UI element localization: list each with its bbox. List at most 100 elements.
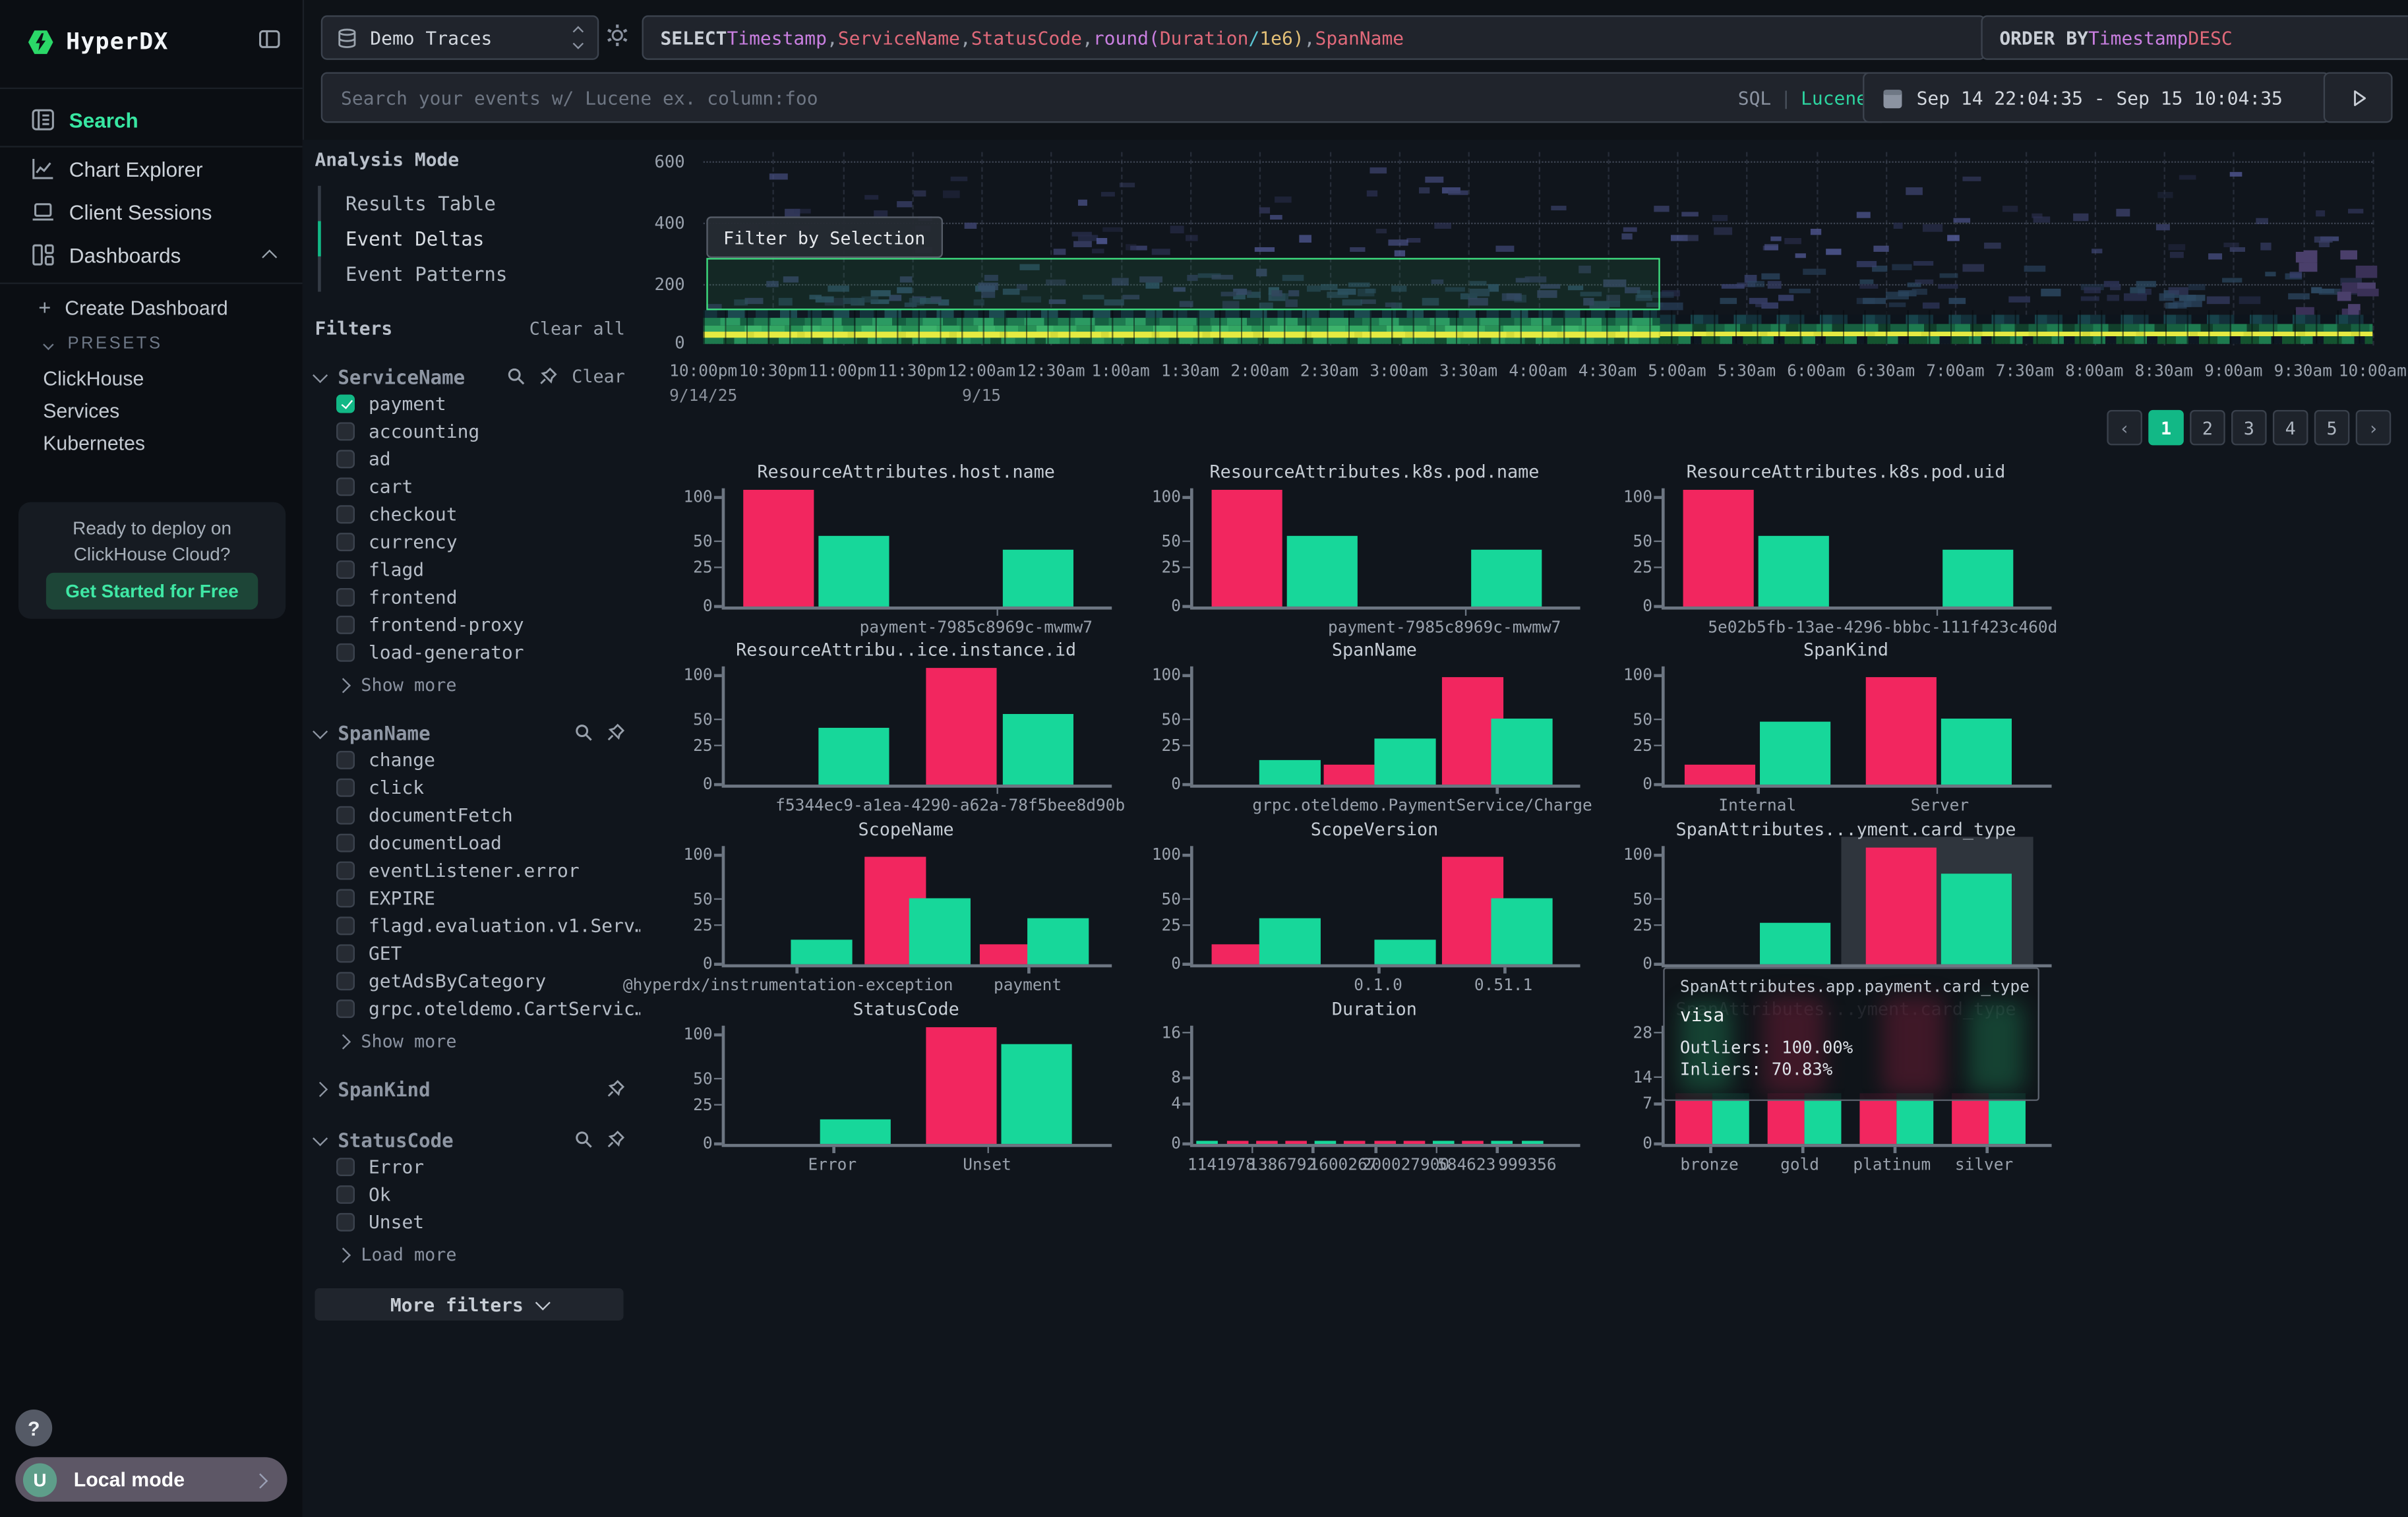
search-icon[interactable] (574, 1130, 593, 1148)
sidebar-item-client-sessions[interactable]: Client Sessions (0, 191, 303, 233)
filter-option-ok[interactable]: Ok (336, 1181, 625, 1208)
bar-inlier[interactable] (1941, 718, 2012, 785)
filter-option-currency[interactable]: currency (336, 528, 625, 556)
checkbox[interactable] (336, 751, 355, 769)
page-button-3[interactable]: 3 (2231, 410, 2267, 446)
checkbox[interactable] (336, 806, 355, 825)
checkbox[interactable] (336, 834, 355, 852)
bar-inlier[interactable] (1259, 918, 1321, 965)
checkbox[interactable] (336, 505, 355, 523)
prev-page-button[interactable]: ‹ (2107, 410, 2142, 446)
filter-option-unset[interactable]: Unset (336, 1208, 625, 1236)
bar-inlier[interactable] (909, 898, 971, 965)
bar-outlier[interactable] (1344, 1140, 1366, 1144)
help-button[interactable]: ? (15, 1410, 52, 1446)
bar-inlier[interactable] (1374, 939, 1435, 965)
bar-outlier[interactable] (1865, 677, 1936, 785)
filter-clear-button[interactable]: Clear (572, 365, 625, 387)
presets-toggle[interactable]: PRESETS (0, 327, 303, 361)
page-button-2[interactable]: 2 (2190, 410, 2225, 446)
bar-inlier[interactable] (1197, 1140, 1219, 1144)
load-more-button[interactable]: Load more (338, 1243, 625, 1265)
chart-plot[interactable] (1190, 846, 1562, 964)
checkbox[interactable] (336, 779, 355, 797)
filter-option-getadsbycategory[interactable]: getAdsByCategory (336, 967, 625, 995)
checkbox[interactable] (336, 1213, 355, 1232)
checkbox[interactable] (336, 616, 355, 634)
checkbox[interactable] (336, 588, 355, 607)
sidebar-item-clickhouse[interactable]: ClickHouse (0, 361, 303, 394)
bar-outlier[interactable] (926, 1027, 996, 1144)
gear-icon[interactable] (605, 23, 630, 54)
bar-inlier[interactable] (1003, 550, 1073, 607)
filter-option-flagd-evaluation-v1-serv-[interactable]: flagd.evaluation.v1.Serv… (336, 912, 625, 939)
language-toggle[interactable]: SQL|Lucene (1738, 87, 1867, 109)
analysis-mode-option-event-deltas[interactable]: Event Deltas (318, 221, 625, 256)
checkbox[interactable] (336, 889, 355, 907)
filter-option-ad[interactable]: ad (336, 445, 625, 473)
bar-inlier[interactable] (1943, 550, 2014, 607)
checkbox[interactable] (336, 477, 355, 496)
checkbox[interactable] (336, 1158, 355, 1176)
bar-inlier[interactable] (1259, 759, 1321, 785)
page-button-4[interactable]: 4 (2273, 410, 2308, 446)
run-query-button[interactable] (2324, 72, 2393, 123)
page-button-5[interactable]: 5 (2314, 410, 2350, 446)
checkbox[interactable] (336, 533, 355, 551)
filter-section-header-spanname[interactable]: SpanName (315, 719, 624, 746)
bar-inlier[interactable] (1491, 1140, 1513, 1144)
sidebar-item-chart-explorer[interactable]: Chart Explorer (0, 148, 303, 191)
chart-plot[interactable] (722, 1026, 1094, 1144)
bar-inlier[interactable] (1761, 722, 1831, 785)
bar-inlier[interactable] (1003, 714, 1073, 785)
chart-plot[interactable] (1190, 489, 1562, 607)
pin-icon[interactable] (539, 367, 558, 386)
next-page-button[interactable]: › (2356, 410, 2392, 446)
bar-inlier[interactable] (1002, 1044, 1072, 1144)
data-source-selector[interactable]: Demo Traces (321, 15, 599, 60)
create-dashboard-button[interactable]: + Create Dashboard (0, 290, 303, 324)
bar-outlier[interactable] (1256, 1140, 1278, 1144)
filter-section-header-statuscode[interactable]: StatusCode (315, 1125, 624, 1153)
sidebar-item-kubernetes[interactable]: Kubernetes (0, 425, 303, 459)
bar-outlier[interactable] (1226, 1140, 1248, 1144)
bar-inlier[interactable] (1759, 536, 1829, 607)
chart-plot[interactable] (722, 667, 1094, 785)
filter-option-checkout[interactable]: checkout (336, 500, 625, 528)
filter-section-header-servicename[interactable]: ServiceNameClear (315, 363, 624, 390)
bar-inlier[interactable] (1374, 738, 1435, 785)
chart-plot[interactable] (1190, 1026, 1562, 1144)
checkbox[interactable] (336, 560, 355, 579)
chart-plot[interactable] (1662, 489, 2033, 607)
filter-option-load-generator[interactable]: load-generator (336, 639, 625, 667)
filter-option-payment[interactable]: payment (336, 390, 625, 418)
chart-plot[interactable] (722, 489, 1094, 607)
bar-inlier[interactable] (819, 728, 889, 785)
bar-outlier[interactable] (1462, 1140, 1484, 1144)
checkbox[interactable] (336, 999, 355, 1018)
filter-by-selection-button[interactable]: Filter by Selection (706, 216, 942, 258)
filter-option-flagd[interactable]: flagd (336, 556, 625, 583)
bar-inlier[interactable] (1941, 874, 2012, 965)
date-range-picker[interactable]: Sep 14 22:04:35 - Sep 15 10:04:35 (1863, 72, 2330, 123)
bar-inlier[interactable] (821, 1119, 891, 1144)
chart-plot[interactable] (1662, 667, 2033, 785)
pin-icon[interactable] (607, 1130, 625, 1148)
bar-inlier[interactable] (1472, 550, 1542, 607)
search-icon[interactable] (574, 723, 593, 742)
bar-inlier[interactable] (1491, 898, 1553, 965)
filter-option-documentfetch[interactable]: documentFetch (336, 802, 625, 829)
checkbox[interactable] (336, 422, 355, 440)
filter-option-documentload[interactable]: documentLoad (336, 829, 625, 857)
bar-outlier[interactable] (1683, 490, 1754, 607)
bar-outlier[interactable] (1374, 1140, 1396, 1144)
filter-option-grpc-oteldemo-cartservic-[interactable]: grpc.oteldemo.CartServic… (336, 995, 625, 1023)
checkbox[interactable] (336, 1185, 355, 1204)
bar-outlier[interactable] (1685, 765, 1755, 785)
bar-outlier[interactable] (1403, 1140, 1425, 1144)
filter-option-change[interactable]: change (336, 746, 625, 774)
bar-inlier[interactable] (819, 536, 889, 607)
filter-option-frontend-proxy[interactable]: frontend-proxy (336, 611, 625, 639)
filter-section-header-spankind[interactable]: SpanKind (315, 1075, 624, 1102)
bar-outlier[interactable] (743, 490, 814, 607)
